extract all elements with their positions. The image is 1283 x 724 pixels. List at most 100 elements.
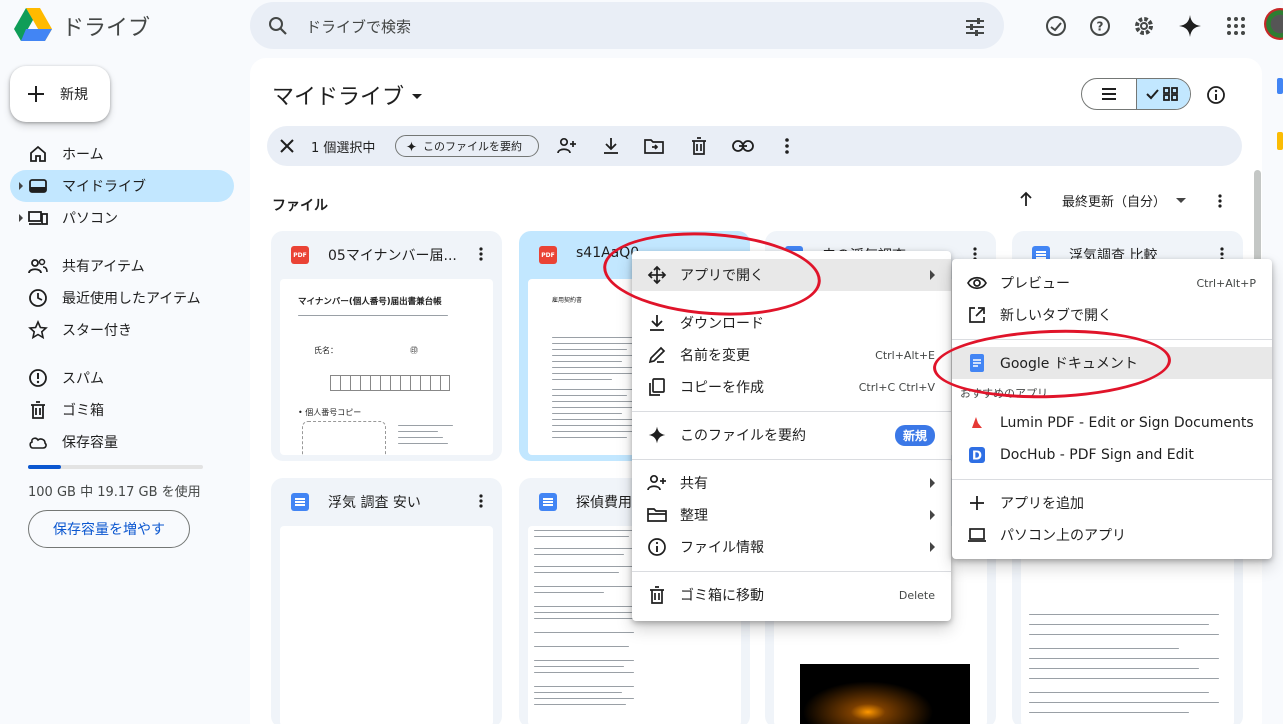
page-title: マイドライブ [272,85,405,110]
submenu-item-lumin[interactable]: Lumin PDF - Edit or Sign Documents [952,407,1272,439]
download-icon[interactable] [601,136,621,156]
selection-count: 1 個選択中 [311,141,376,156]
menu-item-download[interactable]: ダウンロード [632,307,951,339]
search-input[interactable]: ドライブで検索 [306,16,411,37]
menu-divider [632,411,951,412]
drive-logo[interactable] [14,8,54,44]
menu-item-file-info[interactable]: ファイル情報 [632,531,951,563]
menu-shortcut: Ctrl+Alt+P [1196,276,1256,290]
menu-item-move-to-trash[interactable]: ゴミ箱に移動 Delete [632,579,951,611]
summarize-chip[interactable]: このファイルを要約 [395,135,539,157]
sidebar-item-spam[interactable]: スパム [10,362,234,394]
more-vert-icon[interactable] [471,243,491,265]
submenu-item-open-new-tab[interactable]: 新しいタブで開く [952,299,1272,331]
menu-item-label: 共有 [680,476,708,492]
clear-selection-close-icon[interactable] [277,136,297,156]
download-icon [650,315,664,331]
submenu-item-computer-apps[interactable]: パソコン上のアプリ [952,519,1272,551]
eye-icon [967,276,987,290]
menu-item-organize[interactable]: 整理 [632,499,951,531]
sidebar-item-storage[interactable]: 保存容量 [10,426,234,458]
menu-item-summarize[interactable]: このファイルを要約 新規 [632,419,951,451]
sidebar-item-my-drive[interactable]: マイドライブ [10,170,234,202]
apps-grid-icon[interactable] [1216,6,1256,46]
scrollbar-thumb[interactable] [1254,170,1261,270]
sidebar-item-label: ゴミ箱 [62,403,104,419]
info-icon [648,538,666,556]
file-thumbnail [280,526,493,724]
settings-icon[interactable] [1124,6,1164,46]
menu-item-share[interactable]: 共有 [632,467,951,499]
details-info-icon[interactable] [1204,83,1228,107]
search-options-icon[interactable] [962,14,988,40]
ready-offline-icon[interactable] [1036,6,1076,46]
sidebar-item-shared[interactable]: 共有アイテム [10,250,234,282]
star-icon [28,320,48,340]
sidebar-item-recent[interactable]: 最近使用したアイテム [10,282,234,314]
grid-view-button[interactable] [1135,79,1190,109]
storage-usage-text: 100 GB 中 19.17 GB を使用 [28,485,201,500]
sort-dropdown[interactable]: 最終更新（自分） [1062,191,1187,210]
sparkle-icon [648,426,666,444]
page-title-button[interactable]: マイドライブ [272,79,423,111]
plus-icon [28,86,44,102]
menu-divider [952,479,1272,480]
file-card[interactable]: PDF 05マイナンバー届... マイナンバー(個人番号)届出書兼台帳 氏名： … [271,231,502,461]
sidebar-item-computers[interactable]: パソコン [10,202,234,234]
side-panel-keep-icon[interactable] [1277,132,1283,150]
menu-shortcut: Delete [898,588,935,602]
file-card[interactable]: 浮気 調査 安い [271,478,502,724]
menu-item-label: パソコン上のアプリ [1000,528,1126,544]
expand-caret-icon[interactable] [19,182,23,190]
list-view-button[interactable] [1082,79,1136,109]
sidebar-item-trash[interactable]: ゴミ箱 [10,394,234,426]
sidebar-item-label: 保存容量 [62,435,118,451]
help-icon[interactable]: ? [1080,6,1120,46]
sidebar-item-starred[interactable]: スター付き [10,314,234,346]
sparkle-icon [406,140,417,152]
trash-icon [31,401,45,419]
sort-direction-arrow-icon[interactable] [1016,189,1036,209]
submenu-item-add-app[interactable]: アプリを追加 [952,487,1272,519]
docs-icon [539,493,557,511]
clock-icon [29,289,47,307]
app-name: ドライブ [62,16,151,41]
side-panel-calendar-icon[interactable] [1277,78,1283,94]
more-actions-icon[interactable] [777,136,797,156]
pdf-icon: PDF [539,246,557,264]
move-to-folder-icon[interactable] [643,136,665,156]
storage-progress-fill [28,465,62,469]
summarize-chip-label: このファイルを要約 [423,140,522,153]
laptop-icon [968,528,986,542]
home-icon [30,145,46,162]
expand-caret-icon[interactable] [19,214,23,222]
more-vert-icon[interactable] [471,490,491,512]
copy-link-icon[interactable] [731,136,755,156]
trash-icon [650,586,664,604]
new-badge: 新規 [894,424,935,446]
menu-item-label: 名前を変更 [680,348,750,364]
submenu-item-preview[interactable]: プレビュー Ctrl+Alt+P [952,267,1272,299]
menu-item-label: プレビュー [1000,276,1070,292]
thumbnail-name-label: 氏名： [314,346,338,355]
computer-icon [28,211,48,225]
avatar[interactable] [1264,8,1283,40]
file-name: 浮気 調査 安い [328,495,421,511]
people-icon [28,258,48,274]
open-new-icon [969,307,985,323]
get-more-storage-button[interactable]: 保存容量を増やす [28,510,190,548]
menu-item-label: ゴミ箱に移動 [680,588,764,604]
menu-item-rename[interactable]: 名前を変更 Ctrl+Alt+E [632,339,951,371]
delete-trash-icon[interactable] [689,136,709,156]
search-icon[interactable] [266,14,290,38]
sidebar-item-home[interactable]: ホーム [10,138,234,170]
new-button[interactable]: 新規 [10,66,110,122]
chevron-down-icon [1176,198,1187,203]
menu-item-make-copy[interactable]: コピーを作成 Ctrl+C Ctrl+V [632,371,951,403]
view-toggle[interactable] [1081,78,1191,110]
share-person-add-icon[interactable] [556,136,578,156]
list-icon [1101,88,1116,100]
more-options-icon[interactable] [1210,191,1230,211]
gemini-sparkle-icon[interactable] [1170,6,1210,46]
submenu-item-dochub[interactable]: D DocHub - PDF Sign and Edit [952,439,1272,471]
